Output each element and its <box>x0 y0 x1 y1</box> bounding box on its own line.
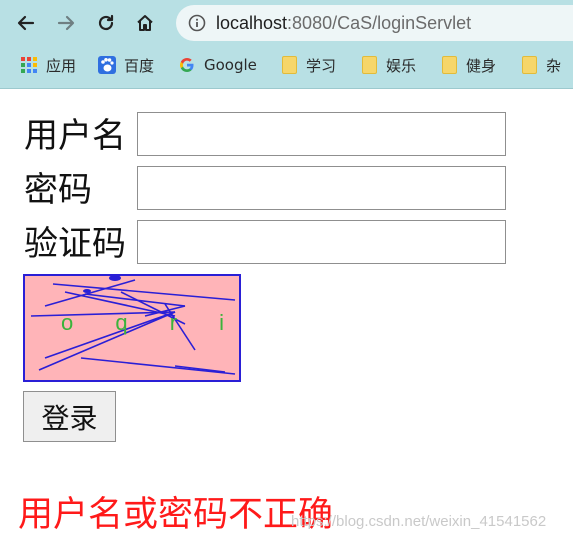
captcha-image[interactable]: o q r i <box>23 274 241 382</box>
home-button[interactable] <box>133 11 157 35</box>
captcha-input[interactable] <box>137 220 506 264</box>
browser-chrome: localhost:8080/CaS/loginServlet 应用 百度 Go… <box>0 0 573 89</box>
apps-grid-icon <box>21 57 37 73</box>
captcha-dot <box>83 289 91 293</box>
folder-icon <box>362 56 377 74</box>
captcha-line <box>52 283 236 301</box>
folder-icon <box>522 56 537 74</box>
bookmark-folder-entertainment[interactable]: 娱乐 <box>360 54 416 76</box>
url-host: localhost <box>216 13 288 33</box>
page-content: 用户名 密码 验证码 o q r i 登录 用户名或密码不正确 https://… <box>0 89 573 541</box>
password-label: 密码 <box>24 170 92 210</box>
watermark: https://blog.csdn.net/weixin_41541562 <box>291 513 547 530</box>
url-path: :8080/CaS/loginServlet <box>287 13 472 33</box>
arrow-left-icon <box>17 15 35 31</box>
info-icon[interactable] <box>188 14 206 32</box>
error-message: 用户名或密码不正确 <box>18 495 334 535</box>
bookmarks-bar: 应用 百度 Google 学习 娱乐 健身 杂 <box>0 46 573 86</box>
bookmark-apps[interactable]: 应用 <box>20 54 76 76</box>
login-button[interactable]: 登录 <box>23 391 116 442</box>
forward-button[interactable] <box>54 11 78 35</box>
bookmark-baidu[interactable]: 百度 <box>98 54 154 76</box>
bookmark-label: Google <box>204 56 257 74</box>
captcha-line <box>80 357 236 375</box>
captcha-dot <box>109 275 121 281</box>
google-g-icon <box>180 57 194 73</box>
username-label: 用户名 <box>24 116 126 156</box>
baidu-paw-icon <box>98 56 116 74</box>
home-icon <box>137 15 153 31</box>
username-input[interactable] <box>137 112 506 156</box>
captcha-label: 验证码 <box>24 224 126 264</box>
folder-icon <box>442 56 457 74</box>
arrow-right-icon <box>57 15 75 31</box>
captcha-text: o q r i <box>61 310 239 335</box>
browser-toolbar: localhost:8080/CaS/loginServlet <box>0 0 573 46</box>
bookmark-label: 杂 <box>546 56 562 75</box>
captcha-noise: o q r i <box>30 275 239 375</box>
bookmark-label: 学习 <box>306 56 337 75</box>
bookmark-folder-study[interactable]: 学习 <box>280 54 336 76</box>
reload-icon <box>98 14 114 31</box>
reload-button[interactable] <box>94 11 118 35</box>
address-bar[interactable]: localhost:8080/CaS/loginServlet <box>176 5 573 41</box>
bookmark-google[interactable]: Google <box>178 54 257 76</box>
bookmark-folder-fitness[interactable]: 健身 <box>440 54 496 76</box>
bookmark-label: 娱乐 <box>386 56 417 75</box>
bookmark-folder-misc[interactable]: 杂 <box>520 54 561 76</box>
bookmark-label: 健身 <box>466 56 497 75</box>
password-input[interactable] <box>137 166 506 210</box>
bookmark-label: 应用 <box>46 56 77 75</box>
folder-icon <box>282 56 297 74</box>
url-text[interactable]: localhost:8080/CaS/loginServlet <box>216 13 471 34</box>
back-button[interactable] <box>14 11 38 35</box>
bookmark-label: 百度 <box>124 56 155 75</box>
